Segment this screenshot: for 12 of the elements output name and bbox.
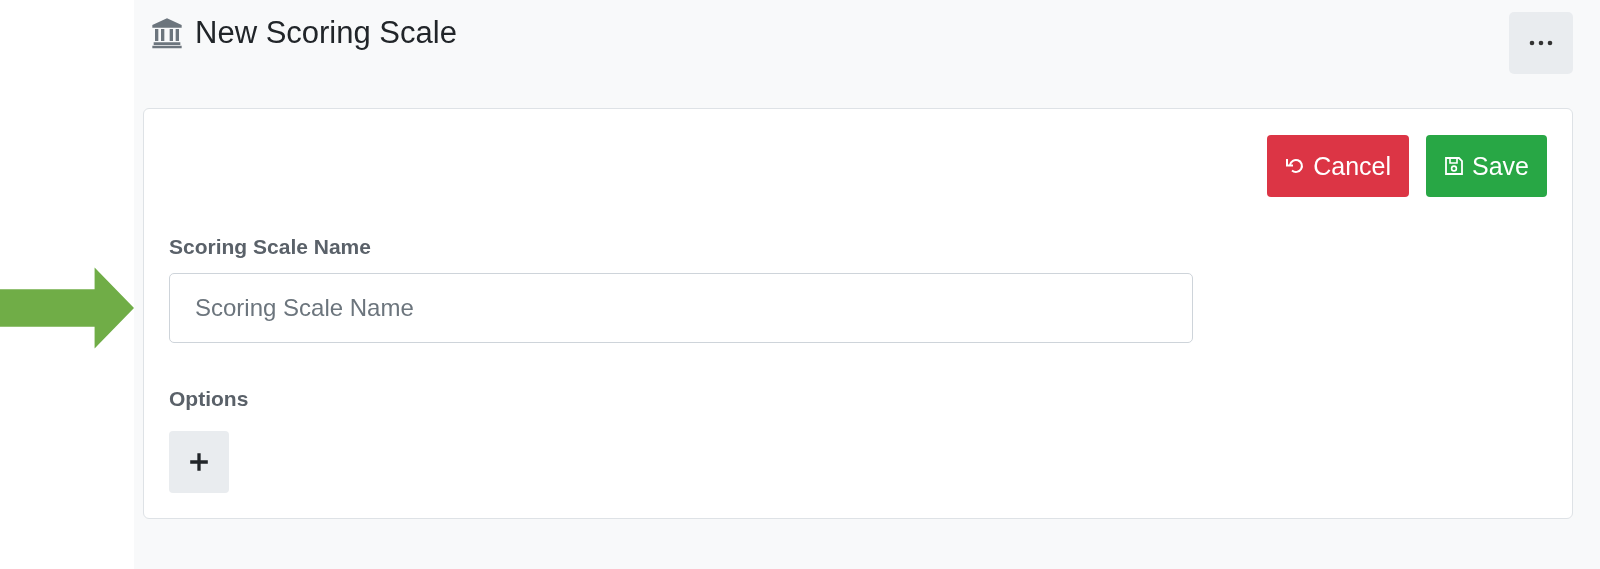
add-option-button[interactable] xyxy=(169,431,229,493)
undo-icon xyxy=(1285,156,1306,176)
save-button[interactable]: Save xyxy=(1426,135,1547,197)
more-icon xyxy=(1529,40,1553,46)
cancel-button[interactable]: Cancel xyxy=(1267,135,1409,197)
name-input-field[interactable]: Scoring Scale Name xyxy=(169,273,1193,343)
page-title: New Scoring Scale xyxy=(195,15,457,51)
plus-icon xyxy=(188,451,210,473)
field-label: Scoring Scale Name xyxy=(169,235,371,259)
arrow-icon xyxy=(0,267,134,349)
bank-icon xyxy=(151,17,183,49)
options-label: Options xyxy=(169,387,249,411)
